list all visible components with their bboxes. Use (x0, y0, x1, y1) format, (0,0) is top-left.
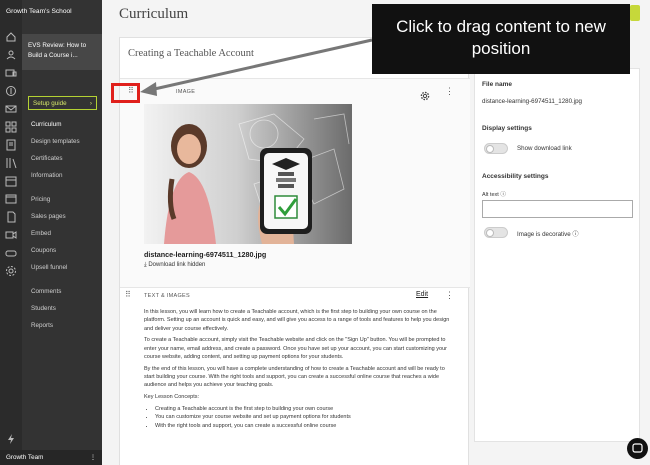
list-item: With the right tools and support, you ca… (155, 422, 454, 430)
image-decorative-toggle[interactable] (484, 227, 508, 238)
edit-text-button[interactable]: Edit (416, 291, 428, 298)
download-hidden-label: Download link hidden (148, 262, 206, 268)
setup-guide-label: Setup guide (33, 99, 67, 107)
list-item: Creating a Teachable account is the firs… (155, 405, 454, 413)
image-file-name: distance-learning-6974511_1280.jpg (144, 250, 267, 259)
sidebar-item-certificates[interactable]: Certificates (31, 155, 63, 162)
show-download-label: Show download link (517, 145, 572, 152)
mail-icon[interactable] (5, 102, 17, 114)
users-icon[interactable] (5, 48, 17, 60)
sales-icon[interactable] (5, 66, 17, 78)
sidebar-item-embed[interactable]: Embed (31, 230, 51, 237)
video-icon[interactable] (5, 228, 17, 240)
file-name-value: distance-learning-6974511_1280.jpg (482, 98, 582, 105)
lesson-paragraph: In this lesson, you will learn how to cr… (144, 309, 450, 332)
gear-icon[interactable] (420, 88, 430, 101)
sidebar-item-coupons[interactable]: Coupons (31, 247, 56, 254)
image-decorative-text: Image is decorative (517, 231, 571, 238)
school-name: Growth Team's School (6, 8, 72, 15)
display-settings-heading: Display settings (482, 125, 532, 132)
toggle-knob (486, 145, 494, 153)
settings-icon[interactable] (5, 264, 17, 276)
alt-text-label-text: Alt text (482, 192, 499, 198)
list-item: You can customize your course website an… (155, 413, 454, 421)
sidebar-item-sales-pages[interactable]: Sales pages (31, 213, 66, 220)
bolt-icon[interactable] (5, 432, 17, 444)
page-title: Curriculum (119, 6, 189, 22)
library-icon[interactable] (5, 156, 17, 169)
image-block: ⠿ IMAGE ⋮ distance-learning-6974511_1280… (120, 78, 470, 288)
lesson-image (144, 104, 352, 244)
lesson-paragraph: To create a Teachable account, simply vi… (144, 337, 447, 360)
course-selector[interactable]: EVS Review: How to Build a Course i... (22, 34, 102, 70)
sidebar-item-reports[interactable]: Reports (31, 322, 53, 329)
setup-guide-button[interactable]: Setup guide › (28, 96, 97, 110)
alt-text-label: Alt text ⓘ (482, 190, 506, 198)
image-block-menu-icon[interactable]: ⋮ (445, 86, 454, 97)
toggle-knob (486, 229, 494, 237)
text-block-label: TEXT & IMAGES (144, 293, 190, 299)
dollar-icon[interactable] (5, 84, 17, 96)
icon-rail (0, 0, 22, 465)
course-title: EVS Review: How to Build a Course i... (28, 42, 87, 59)
lesson-text: In this lesson, you will learn how to cr… (144, 308, 454, 430)
team-menu-icon[interactable]: ⋮ (90, 454, 96, 461)
download-hidden-icon: ⤓ (144, 262, 147, 268)
download-link-status: ⤓ Download link hidden (144, 262, 205, 269)
lesson-paragraph: Key Lesson Concepts: (144, 394, 200, 401)
gamepad-icon[interactable] (5, 246, 17, 258)
text-block-menu-icon[interactable]: ⋮ (445, 290, 454, 301)
sidebar-item-students[interactable]: Students (31, 305, 56, 312)
chat-button[interactable] (627, 438, 648, 459)
text-block: ⠿ TEXT & IMAGES Edit ⋮ In this lesson, y… (120, 288, 470, 465)
sidebar-item-upsell-funnel[interactable]: Upsell funnel (31, 264, 67, 271)
image-decorative-label: Image is decorative ⓘ (517, 229, 579, 238)
course-icon[interactable] (5, 138, 17, 151)
sidebar-item-design-templates[interactable]: Design templates (31, 138, 80, 145)
school-header[interactable]: Growth Team's School (6, 0, 102, 22)
sidebar-item-comments[interactable]: Comments (31, 288, 61, 295)
info-icon: ⓘ (572, 231, 579, 238)
team-switcher[interactable]: Growth Team ⋮ (0, 450, 102, 465)
sidebar-item-pricing[interactable]: Pricing (31, 196, 50, 203)
course-sidebar: Growth Team's School EVS Review: How to … (0, 0, 102, 465)
sidebar-item-information[interactable]: Information (31, 172, 63, 179)
team-name: Growth Team (6, 454, 44, 461)
accessibility-heading: Accessibility settings (482, 173, 549, 180)
notification-tab[interactable] (630, 5, 640, 21)
apps-icon[interactable] (5, 120, 17, 133)
info-icon: ⓘ (500, 192, 506, 198)
drag-highlight-box (111, 83, 140, 103)
image-settings-panel: File name distance-learning-6974511_1280… (474, 68, 640, 442)
key-concepts-list: Creating a Teachable account is the firs… (144, 405, 454, 430)
annotation-callout: Click to drag content to new position (372, 4, 630, 74)
text-drag-handle-icon[interactable]: ⠿ (125, 290, 131, 299)
home-icon[interactable] (5, 30, 17, 42)
lesson-paragraph: By the end of this lesson, you will have… (144, 365, 445, 389)
lecture-title: Creating a Teachable Account (128, 48, 254, 59)
site-icon[interactable] (5, 192, 17, 204)
show-download-toggle[interactable] (484, 143, 508, 154)
calendar-icon[interactable] (5, 174, 17, 187)
lecture-card: Creating a Teachable Account ⠿ IMAGE ⋮ d… (119, 37, 470, 465)
pages-icon[interactable] (5, 210, 17, 223)
sidebar-item-curriculum[interactable]: Curriculum (31, 121, 61, 128)
file-name-heading: File name (482, 81, 512, 88)
chevron-right-icon: › (89, 99, 92, 107)
alt-text-input[interactable] (482, 200, 633, 218)
image-block-label: IMAGE (176, 89, 196, 95)
